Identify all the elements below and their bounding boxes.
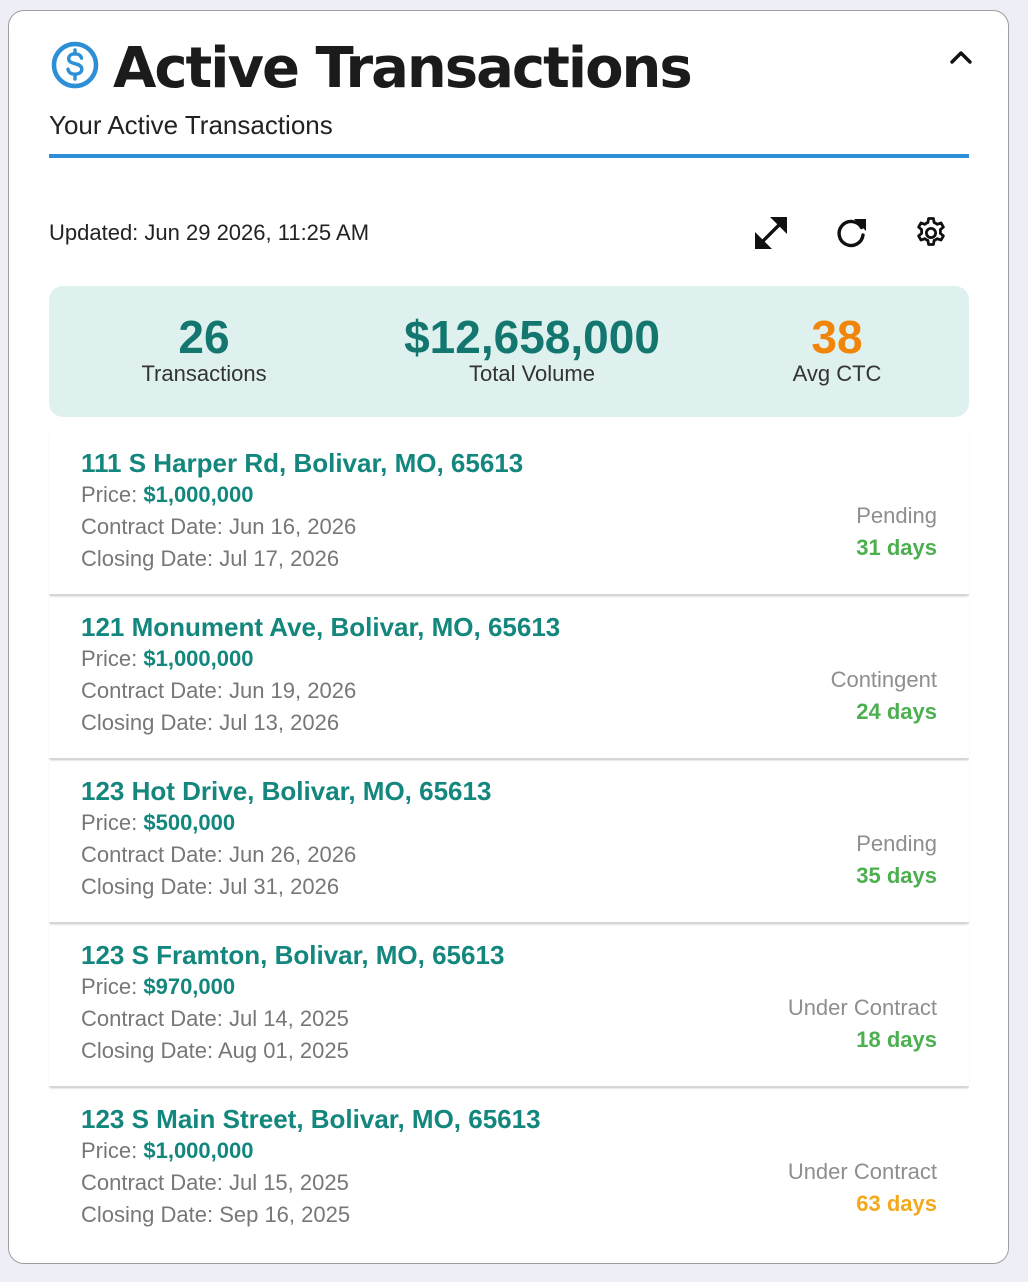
refresh-icon (837, 219, 866, 248)
expand-icon (755, 217, 787, 249)
transaction-price: $1,000,000 (143, 482, 254, 507)
chevron-up-icon (950, 51, 972, 64)
contract-date-label: Contract Date: (81, 678, 229, 703)
updated-timestamp: Updated: Jun 29 2026, 11:25 AM (49, 220, 370, 245)
transaction-closing-date: Jul 13, 2026 (219, 710, 340, 735)
transaction-status: Pending (856, 503, 937, 528)
transaction-item[interactable]: 123 S Main Street, Bolivar, MO, 65613 Pr… (49, 1087, 969, 1251)
transaction-price: $1,000,000 (143, 646, 254, 671)
refresh-button[interactable] (825, 213, 877, 253)
stat-transactions-label: Transactions (141, 361, 267, 386)
contract-date-label: Contract Date: (81, 1006, 229, 1031)
transaction-item[interactable]: 123 S Framton, Bolivar, MO, 65613 Price:… (49, 923, 969, 1087)
stat-avg-ctc: 38 Avg CTC (769, 310, 905, 386)
closing-date-label: Closing Date: (81, 546, 220, 571)
transaction-contract-date-row: Contract Date: Jun 16, 2026 (81, 511, 937, 543)
transaction-status: Under Contract (787, 1159, 937, 1184)
transaction-closing-date-row: Closing Date: Jul 31, 2026 (81, 871, 937, 903)
card-subtitle: Your Active Transactions (49, 110, 333, 140)
toolbar: Updated: Jun 29 2026, 11:25 AM (49, 213, 969, 253)
transaction-closing-date-row: Closing Date: Jul 13, 2026 (81, 707, 937, 739)
transaction-address[interactable]: 123 S Framton, Bolivar, MO, 65613 (81, 939, 937, 971)
gear-icon (917, 217, 945, 246)
transaction-address[interactable]: 111 S Harper Rd, Bolivar, MO, 65613 (81, 447, 937, 479)
contract-date-label: Contract Date: (81, 1170, 229, 1195)
transaction-contract-date: Jun 26, 2026 (228, 842, 357, 867)
transaction-contract-date: Jul 15, 2025 (228, 1170, 349, 1195)
transaction-price: $500,000 (143, 810, 236, 835)
transaction-price: $1,000,000 (143, 1138, 254, 1163)
transaction-closing-date: Jul 17, 2026 (219, 546, 340, 571)
transaction-days-to-close: 63 days (856, 1191, 937, 1216)
stat-volume-value: $12,658,000 (404, 311, 660, 363)
stat-ctc-value: 38 (811, 311, 863, 363)
closing-date-label: Closing Date: (81, 874, 220, 899)
stats-summary: 26 Transactions $12,658,000 Total Volume… (49, 286, 969, 417)
closing-date-label: Closing Date: (81, 1038, 218, 1063)
contract-date-label: Contract Date: (81, 842, 229, 867)
card-header: Active Transactions Your Active Transact… (49, 37, 972, 158)
transaction-contract-date-row: Contract Date: Jun 19, 2026 (81, 675, 937, 707)
transaction-status-block: Under Contract 18 days (788, 992, 937, 1056)
transaction-list: 111 S Harper Rd, Bolivar, MO, 65613 Pric… (49, 431, 969, 1251)
transaction-contract-date: Jun 19, 2026 (228, 678, 357, 703)
transaction-price-row: Price: $1,000,000 (81, 479, 937, 511)
transaction-status: Contingent (830, 667, 937, 692)
transaction-item[interactable]: 121 Monument Ave, Bolivar, MO, 65613 Pri… (49, 595, 969, 759)
card-title: Active Transactions (113, 36, 693, 101)
transaction-closing-date: Sep 16, 2025 (219, 1202, 351, 1227)
transaction-address[interactable]: 123 S Main Street, Bolivar, MO, 65613 (81, 1103, 937, 1135)
transaction-status: Under Contract (787, 995, 937, 1020)
transaction-status: Pending (856, 831, 937, 856)
active-transactions-card: Active Transactions Your Active Transact… (8, 10, 1009, 1264)
closing-date-label: Closing Date: (81, 1202, 220, 1227)
price-label: Price: (81, 810, 144, 835)
transaction-item[interactable]: 111 S Harper Rd, Bolivar, MO, 65613 Pric… (49, 431, 969, 595)
price-label: Price: (81, 1138, 144, 1163)
transaction-days-to-close: 24 days (856, 699, 937, 724)
transaction-status-block: Pending 35 days (856, 828, 937, 892)
stat-transactions-value: 26 (178, 311, 230, 363)
transaction-price: $970,000 (143, 974, 236, 999)
price-label: Price: (81, 646, 144, 671)
transaction-status-block: Contingent 24 days (831, 664, 937, 728)
transaction-status-block: Pending 31 days (856, 500, 937, 564)
transaction-closing-date: Jul 31, 2026 (219, 874, 340, 899)
settings-button[interactable] (905, 213, 957, 253)
stat-ctc-label: Avg CTC (792, 361, 882, 386)
price-label: Price: (81, 974, 144, 999)
transaction-days-to-close: 18 days (856, 1027, 937, 1052)
stat-transactions: 26 Transactions (119, 310, 289, 386)
price-label: Price: (81, 482, 144, 507)
contract-date-label: Contract Date: (81, 514, 229, 539)
title-row: Active Transactions (49, 37, 969, 101)
dollar-circle-icon (51, 41, 99, 89)
transaction-price-row: Price: $500,000 (81, 807, 937, 839)
transaction-closing-date-row: Closing Date: Jul 17, 2026 (81, 543, 937, 575)
transaction-price-row: Price: $1,000,000 (81, 643, 937, 675)
collapse-button[interactable] (941, 37, 981, 77)
stat-total-volume: $12,658,000 Total Volume (379, 310, 685, 386)
transaction-status-block: Under Contract 63 days (788, 1156, 937, 1220)
transaction-days-to-close: 35 days (856, 863, 937, 888)
stat-volume-label: Total Volume (469, 361, 595, 386)
expand-button[interactable] (745, 213, 797, 253)
transaction-contract-date-row: Contract Date: Jun 26, 2026 (81, 839, 937, 871)
transaction-closing-date: Aug 01, 2025 (217, 1038, 349, 1063)
toolbar-actions (745, 213, 957, 253)
header-divider (49, 154, 969, 158)
transaction-address[interactable]: 121 Monument Ave, Bolivar, MO, 65613 (81, 611, 937, 643)
transaction-address[interactable]: 123 Hot Drive, Bolivar, MO, 65613 (81, 775, 937, 807)
closing-date-label: Closing Date: (81, 710, 220, 735)
transaction-contract-date: Jul 14, 2025 (228, 1006, 349, 1031)
transaction-contract-date: Jun 16, 2026 (228, 514, 357, 539)
transaction-item[interactable]: 123 Hot Drive, Bolivar, MO, 65613 Price:… (49, 759, 969, 923)
transaction-days-to-close: 31 days (856, 535, 937, 560)
